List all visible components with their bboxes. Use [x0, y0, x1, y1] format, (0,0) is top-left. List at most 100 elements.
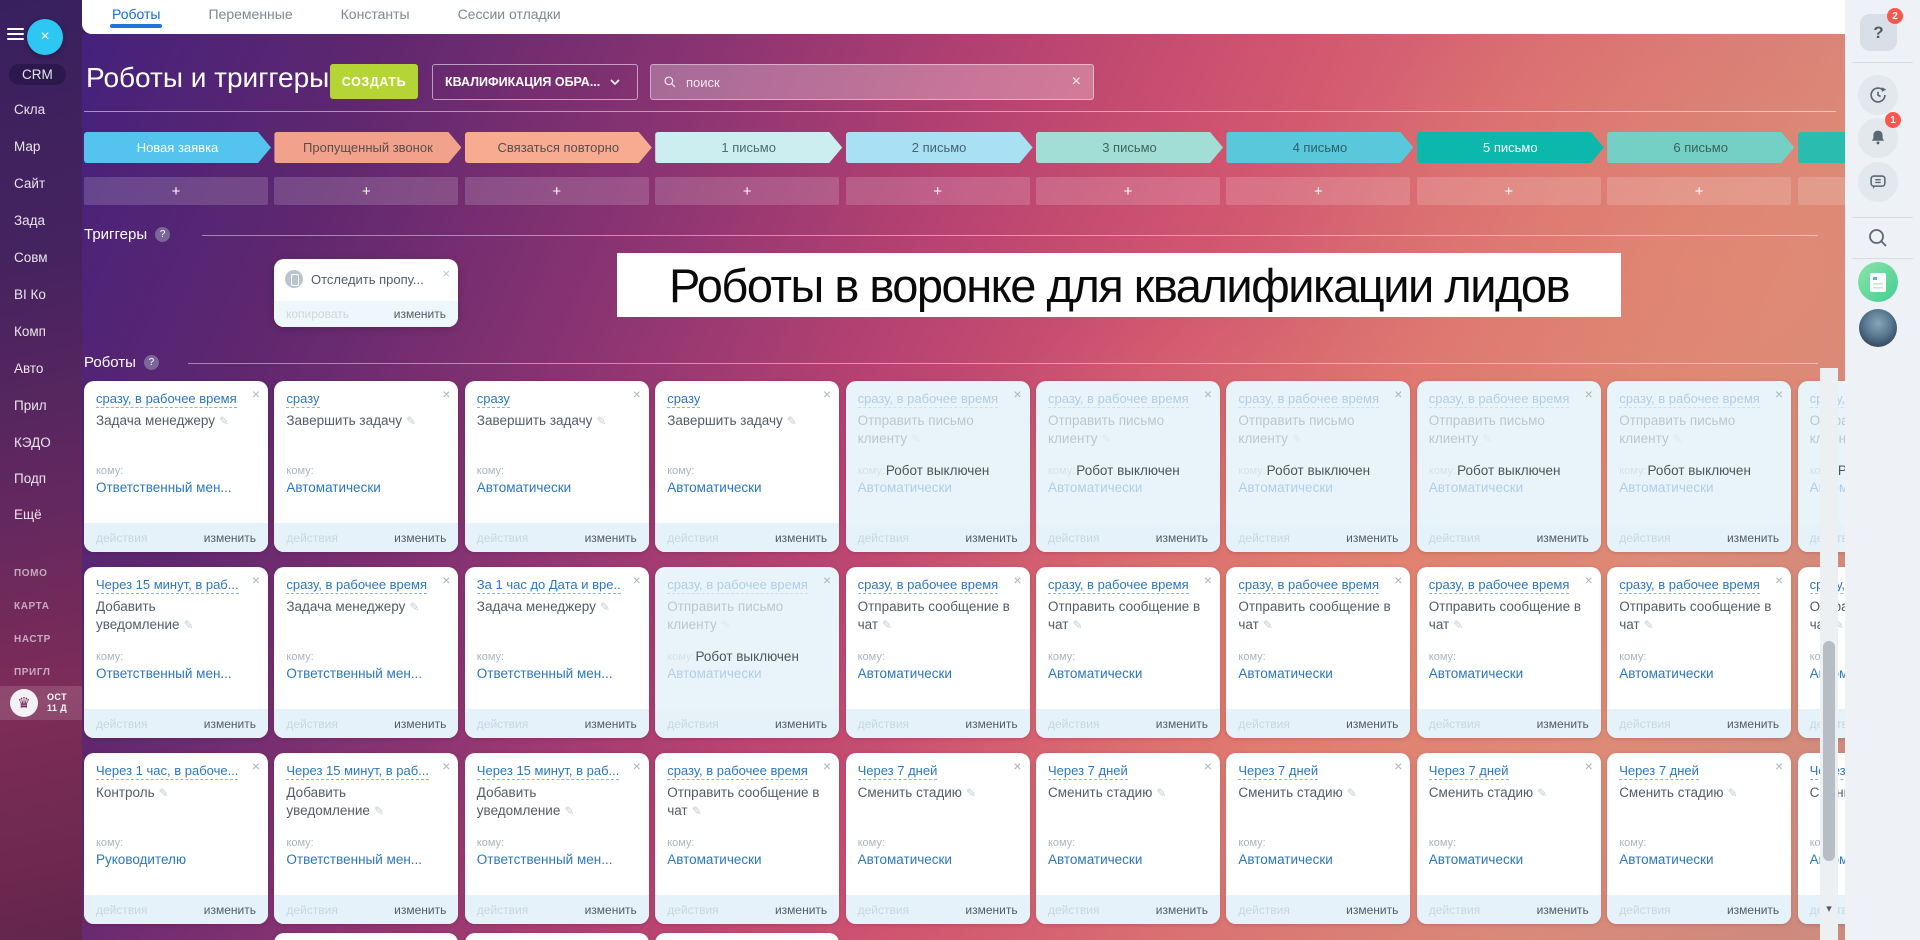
robot-edit-button[interactable]: изменить [965, 717, 1017, 731]
robot-card[interactable]: сразу, в рабочее время×Отправить сообщен… [655, 753, 839, 924]
robot-edit-button[interactable]: изменить [585, 531, 637, 545]
robot-target-link[interactable]: Ответственный мен... [477, 852, 613, 867]
robot-schedule-link[interactable]: сразу, в рабочее время [1238, 577, 1379, 594]
robot-card[interactable]: сразу, в рабочее время×Отправить сообщен… [846, 567, 1030, 738]
robot-actions-button[interactable]: действия [1238, 903, 1289, 917]
robot-actions-button[interactable]: действия [667, 531, 718, 545]
edit-pencil-icon[interactable]: ✎ [1072, 618, 1082, 632]
robot-card[interactable]: Через 15 минут, в раб...×Добавить уведом… [465, 753, 649, 924]
robot-card[interactable]: Через 7 дней×Сменить стадию✎кому:Автомат… [1036, 753, 1220, 924]
robot-edit-button[interactable]: изменить [1727, 531, 1779, 545]
robot-close-icon[interactable]: × [442, 572, 450, 588]
robot-card[interactable]: сразу, в рабочее время×Отправить сообщен… [1226, 567, 1410, 738]
funnel-stage[interactable]: 2 письмо [846, 132, 1033, 163]
robot-card[interactable]: сразу, в рабочее время×Отправить письмо … [1607, 381, 1791, 552]
robot-edit-button[interactable]: изменить [585, 717, 637, 731]
robot-card[interactable]: Через 7 дней×Сменить стадию✎кому:Автомат… [846, 753, 1030, 924]
robot-actions-button[interactable]: действия [667, 717, 718, 731]
robot-close-icon[interactable]: × [252, 758, 260, 774]
funnel-stage[interactable]: 3 письмо [1036, 132, 1223, 163]
robot-close-icon[interactable]: × [1204, 386, 1212, 402]
tab-variables[interactable]: Переменные [208, 0, 292, 22]
robot-target-link[interactable]: Автоматически [667, 480, 761, 495]
robot-edit-button[interactable]: изменить [965, 531, 1017, 545]
robot-actions-button[interactable]: действия [1238, 531, 1289, 545]
robot-edit-button[interactable]: изменить [1537, 717, 1589, 731]
robot-schedule-link[interactable]: сразу, в рабочее время [667, 763, 808, 780]
robot-card[interactable]: сразу×Завершить задачу✎кому:Автоматическ… [655, 381, 839, 552]
robot-card[interactable]: сразу, в рабочее время×Отправить письмо … [1226, 381, 1410, 552]
robot-schedule-link[interactable]: Через 7 дней [1429, 763, 1509, 780]
sidebar-item-6[interactable]: Совм [14, 250, 48, 265]
robot-target-link[interactable]: Автоматически [858, 480, 952, 495]
sidebar-item-2[interactable]: Скла [14, 102, 45, 117]
robot-close-icon[interactable]: × [1585, 572, 1593, 588]
robot-target-link[interactable]: Ответственный мен... [286, 666, 422, 681]
robot-target-link[interactable]: Ответственный мен... [477, 666, 613, 681]
user-avatar[interactable] [1859, 309, 1897, 347]
trigger-copy-button[interactable]: копировать [286, 307, 349, 321]
tab-robots[interactable]: Роботы [112, 0, 160, 22]
sidebar-item-7[interactable]: BI Ко [14, 287, 46, 302]
search-clear-icon[interactable]: × [1072, 73, 1081, 91]
stage-add-button[interactable]: + [274, 177, 458, 205]
sidebar-secondary-item-4[interactable]: ПРИГЛ [14, 667, 50, 678]
robot-schedule-link[interactable]: сразу, в рабочее время [1429, 577, 1570, 594]
news-feed-button[interactable] [1858, 262, 1898, 302]
history-button[interactable] [1858, 75, 1898, 115]
robot-close-icon[interactable]: × [1394, 758, 1402, 774]
robot-card[interactable]: сразу×Завершить задачу✎кому:Автоматическ… [465, 381, 649, 552]
sidebar-item-9[interactable]: Авто [14, 361, 43, 376]
robot-schedule-link[interactable]: сразу, в рабочее время [1048, 391, 1189, 408]
robot-actions-button[interactable]: действия [96, 903, 147, 917]
robot-edit-button[interactable]: изменить [585, 903, 637, 917]
sidebar-item-8[interactable]: Комп [14, 324, 46, 339]
robot-close-icon[interactable]: × [1013, 758, 1021, 774]
edit-pencil-icon[interactable]: ✎ [882, 618, 892, 632]
robot-schedule-link[interactable]: Через 15 минут, в раб... [286, 763, 429, 780]
robot-card[interactable]: Через 7 дней×Сменить стадию✎кому:Автомат… [1607, 753, 1791, 924]
edit-pencil-icon[interactable]: ✎ [1263, 618, 1273, 632]
robot-close-icon[interactable]: × [252, 386, 260, 402]
messenger-button[interactable] [1858, 162, 1898, 202]
robot-schedule-link[interactable]: сразу [477, 391, 510, 408]
robot-schedule-link[interactable]: сразу, в рабочее время [1619, 577, 1760, 594]
sidebar-item-13[interactable]: Ещё [14, 507, 42, 522]
robot-edit-button[interactable]: изменить [394, 531, 446, 545]
robot-actions-button[interactable]: действия [477, 903, 528, 917]
funnel-selector-dropdown[interactable]: КВАЛИФИКАЦИЯ ОБРА... [432, 64, 638, 100]
robot-actions-button[interactable]: действия [96, 717, 147, 731]
robot-card[interactable]: сразу×Завершить задачу✎кому:Автоматическ… [274, 381, 458, 552]
robot-schedule-link[interactable]: Через 1 час, в рабоче... [96, 763, 238, 780]
robot-card[interactable]: сразу, в рабочее время×Задача менеджеру✎… [274, 567, 458, 738]
robot-actions-button[interactable]: действия [1048, 903, 1099, 917]
funnel-stage[interactable]: 6 письмо [1607, 132, 1794, 163]
robot-schedule-link[interactable]: Через 15 минут, в раб... [96, 577, 239, 594]
edit-pencil-icon[interactable]: ✎ [600, 600, 610, 614]
sidebar-item-1[interactable]: CRM [9, 64, 66, 85]
robot-actions-button[interactable]: действия [96, 531, 147, 545]
trigger-title[interactable]: Отследить пропу... [311, 272, 424, 287]
edit-pencil-icon[interactable]: ✎ [1347, 786, 1357, 800]
robot-schedule-link[interactable]: сразу, в рабочее время [667, 577, 808, 594]
robot-card[interactable] [655, 933, 839, 940]
edit-pencil-icon[interactable]: ✎ [1482, 432, 1492, 446]
robot-close-icon[interactable]: × [823, 386, 831, 402]
robot-target-link[interactable]: Руководителю [96, 852, 186, 867]
robot-schedule-link[interactable]: сразу, в рабочее время [858, 577, 999, 594]
create-button[interactable]: СОЗДАТЬ [330, 64, 418, 99]
robot-target-link[interactable]: Автоматически [1238, 666, 1332, 681]
robot-close-icon[interactable]: × [823, 572, 831, 588]
robot-actions-button[interactable]: действия [1429, 903, 1480, 917]
sidebar-item-4[interactable]: Сайт [14, 176, 45, 191]
robot-schedule-link[interactable]: Через 15 минут, в раб... [477, 763, 620, 780]
robot-close-icon[interactable]: × [252, 572, 260, 588]
edit-pencil-icon[interactable]: ✎ [406, 414, 416, 428]
robot-actions-button[interactable]: действия [858, 903, 909, 917]
robot-actions-button[interactable]: действия [477, 717, 528, 731]
robot-card[interactable]: За 1 час до Дата и вре...×Задача менедже… [465, 567, 649, 738]
scrollbar-thumb[interactable] [1823, 641, 1835, 861]
stage-add-button[interactable]: + [655, 177, 839, 205]
stage-add-button[interactable]: + [846, 177, 1030, 205]
stage-add-button[interactable]: + [1226, 177, 1410, 205]
